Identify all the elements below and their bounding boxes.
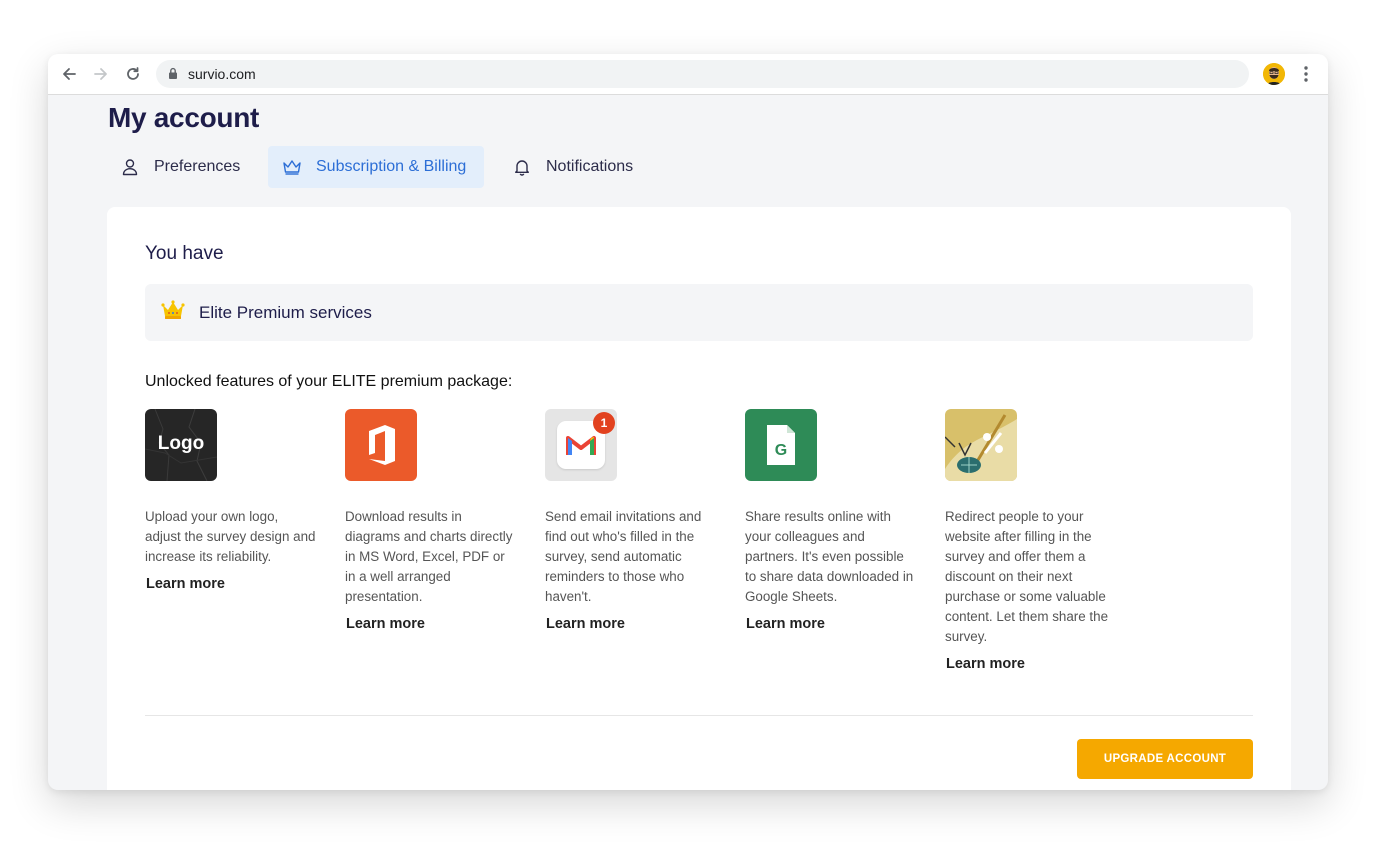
discount-redirect-icon bbox=[945, 409, 1017, 481]
learn-more-link[interactable]: Learn more bbox=[346, 616, 425, 632]
address-url: survio.com bbox=[188, 66, 256, 82]
lock-icon bbox=[169, 67, 177, 79]
google-sheets-icon: G bbox=[745, 409, 817, 481]
logo-thumb-text: Logo bbox=[157, 433, 205, 454]
feature-description: Redirect people to your website after fi… bbox=[945, 509, 1109, 644]
learn-more-link[interactable]: Learn more bbox=[146, 576, 225, 592]
feature-description: Send email invitations and find out who'… bbox=[545, 509, 702, 604]
feature-logo: Logo Upload your own logo, adjust the su… bbox=[145, 409, 317, 593]
tab-preferences[interactable]: Preferences bbox=[108, 146, 258, 188]
feature-description: Upload your own logo, adjust the survey … bbox=[145, 509, 316, 564]
office-icon bbox=[345, 409, 417, 481]
learn-more-link[interactable]: Learn more bbox=[946, 656, 1025, 672]
tab-subscription-billing[interactable]: Subscription & Billing bbox=[268, 146, 484, 188]
user-icon bbox=[120, 157, 140, 177]
upgrade-account-button[interactable]: UPGRADE ACCOUNT bbox=[1077, 739, 1253, 779]
tab-subscription-billing-label: Subscription & Billing bbox=[316, 158, 467, 175]
logo-icon: Logo bbox=[145, 409, 217, 481]
learn-more-link[interactable]: Learn more bbox=[546, 616, 625, 632]
reload-button[interactable] bbox=[121, 62, 145, 86]
subscription-card: You have Elite Premium services Unlocked… bbox=[107, 207, 1291, 790]
card-divider bbox=[145, 715, 1253, 716]
back-button[interactable] bbox=[57, 62, 81, 86]
gmail-icon: 1 bbox=[545, 409, 617, 481]
crown-icon bbox=[282, 157, 302, 177]
tab-preferences-label: Preferences bbox=[154, 158, 241, 175]
feature-description: Download results in diagrams and charts … bbox=[345, 509, 513, 604]
browser-toolbar: survio.com bbox=[48, 54, 1328, 95]
learn-more-link[interactable]: Learn more bbox=[746, 616, 825, 632]
arrow-left-icon bbox=[63, 68, 76, 80]
address-bar[interactable]: survio.com bbox=[156, 60, 1249, 88]
bell-icon bbox=[512, 157, 532, 177]
you-have-heading: You have bbox=[145, 243, 224, 264]
more-vertical-icon bbox=[1304, 66, 1308, 82]
svg-text:G: G bbox=[775, 442, 787, 459]
browser-menu-button[interactable] bbox=[1298, 63, 1314, 85]
profile-avatar[interactable] bbox=[1263, 63, 1285, 85]
tab-notifications-label: Notifications bbox=[546, 158, 634, 175]
feature-redirect-discount: Redirect people to your website after fi… bbox=[945, 409, 1117, 673]
reload-icon bbox=[127, 67, 139, 80]
feature-export-office: Download results in diagrams and charts … bbox=[345, 409, 517, 633]
forward-button[interactable] bbox=[89, 62, 113, 86]
page-title: My account bbox=[108, 102, 260, 133]
gold-crown-icon bbox=[161, 300, 185, 319]
browser-window: survio.com My account Preferences Subscr… bbox=[48, 54, 1328, 790]
plan-name: Elite Premium services bbox=[199, 303, 372, 322]
notification-badge: 1 bbox=[593, 412, 615, 434]
tab-notifications[interactable]: Notifications bbox=[500, 146, 650, 188]
arrow-right-icon bbox=[94, 68, 107, 80]
feature-description: Share results online with your colleague… bbox=[745, 509, 914, 604]
feature-share-results: G Share results online with your colleag… bbox=[745, 409, 917, 633]
feature-email-invitations: 1 Send email invitations and find out wh… bbox=[545, 409, 717, 633]
current-plan-box: Elite Premium services bbox=[145, 284, 1253, 341]
features-heading: Unlocked features of your ELITE premium … bbox=[145, 373, 513, 390]
avatar-icon bbox=[1263, 63, 1285, 85]
